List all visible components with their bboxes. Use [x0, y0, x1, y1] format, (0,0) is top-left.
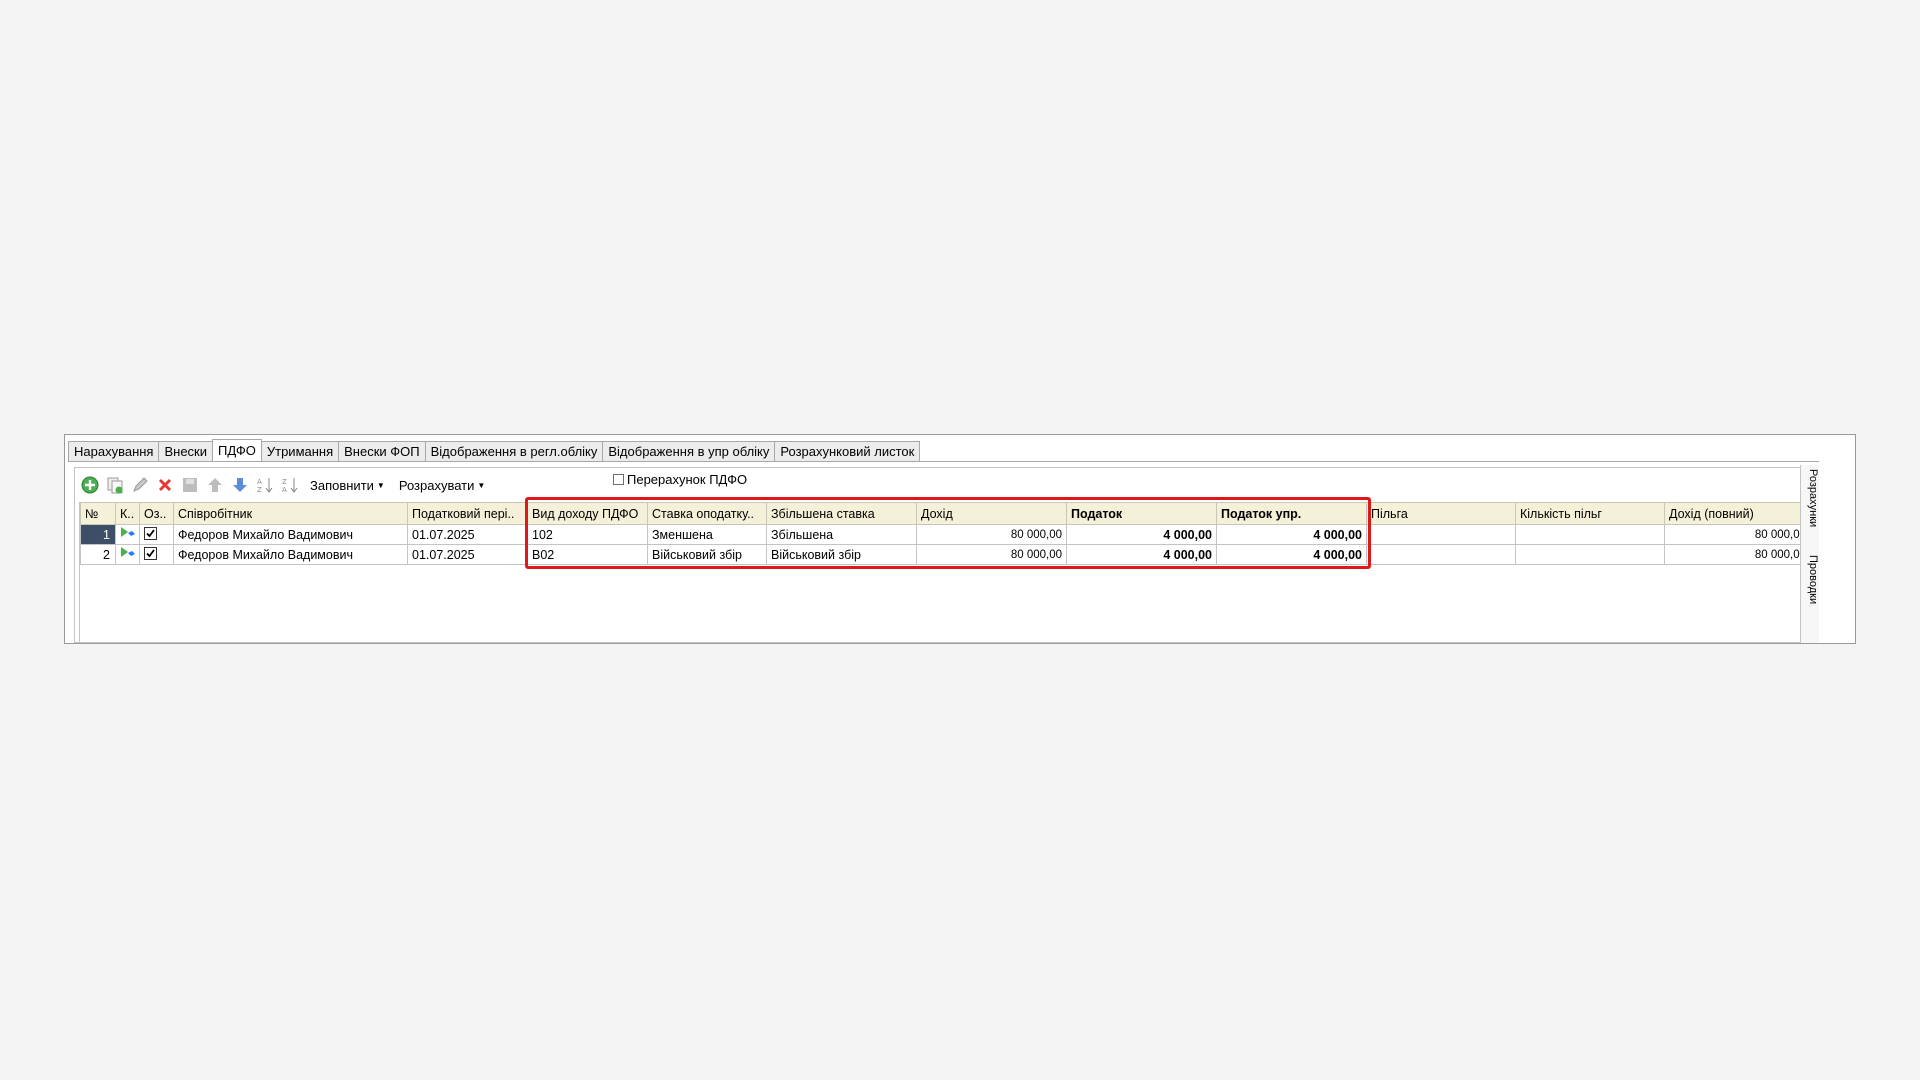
- column-header-tax-rate[interactable]: Ставка оподатку..: [647, 502, 767, 525]
- move-down-icon[interactable]: [229, 474, 251, 496]
- column-header-income-type[interactable]: Вид доходу ПДФО: [527, 502, 648, 525]
- tab-payslip[interactable]: Розрахунковий листок: [774, 441, 921, 461]
- table-row[interactable]: 1 Федоров Михайло Вадимович 01.07.2025 1…: [80, 524, 1811, 545]
- accrual-flag-icon: [121, 527, 135, 537]
- income-type-cell: В02: [527, 544, 648, 565]
- benefit-cell: [1366, 524, 1516, 545]
- column-header-income[interactable]: Дохід: [916, 502, 1067, 525]
- employee-cell: Федоров Михайло Вадимович: [173, 544, 408, 565]
- tab-contributions[interactable]: Внески: [158, 441, 213, 461]
- tab-fop-contributions[interactable]: Внески ФОП: [338, 441, 426, 461]
- column-header-number[interactable]: №: [80, 502, 116, 525]
- recalc-pdfo-label: Перерахунок ПДФО: [627, 472, 748, 487]
- document-window: Нарахування Внески ПДФО Утримання Внески…: [64, 434, 1856, 644]
- accrual-flag-icon: [121, 547, 135, 557]
- column-header-tax-period[interactable]: Податковий пері..: [407, 502, 528, 525]
- check-icon[interactable]: [144, 547, 157, 560]
- tax-period-cell: 01.07.2025: [407, 524, 528, 545]
- column-header-oz[interactable]: Оз..: [139, 502, 174, 525]
- tab-deductions[interactable]: Утримання: [260, 441, 340, 461]
- income-full-cell: 80 000,00: [1664, 544, 1811, 565]
- side-panel-tabs: Розрахунки Проводки: [1800, 465, 1819, 643]
- svg-text:A: A: [282, 486, 287, 494]
- tax-cell: 4 000,00: [1066, 524, 1217, 545]
- side-tab-calculations[interactable]: Розрахунки: [1801, 469, 1819, 527]
- svg-text:Z: Z: [257, 486, 262, 494]
- tax-rate-cell: Військовий збір: [647, 544, 767, 565]
- checkbox-icon[interactable]: [613, 474, 624, 485]
- save-icon[interactable]: [179, 474, 201, 496]
- delete-icon[interactable]: [154, 474, 176, 496]
- column-header-tax-mgmt[interactable]: Податок упр.: [1216, 502, 1367, 525]
- income-cell: 80 000,00: [916, 544, 1067, 565]
- tax-mgmt-cell: 4 000,00: [1216, 524, 1367, 545]
- row-number: 2: [80, 544, 116, 565]
- pdfo-grid: № К.. Оз.. Співробітник Податковий пері.…: [79, 502, 1811, 642]
- side-tab-postings[interactable]: Проводки: [1801, 555, 1819, 604]
- pdfo-panel: AZ ZA Заповнити ▼ Розрахувати ▼ Перераху…: [74, 467, 1822, 643]
- row-mark-cell[interactable]: [139, 524, 174, 545]
- pdfo-table: № К.. Оз.. Співробітник Податковий пері.…: [80, 502, 1811, 565]
- column-header-benefit[interactable]: Пільга: [1366, 502, 1516, 525]
- tax-period-cell: 01.07.2025: [407, 544, 528, 565]
- benefit-count-cell: [1515, 524, 1665, 545]
- fill-dropdown[interactable]: Заповнити ▼: [310, 478, 385, 493]
- move-up-icon[interactable]: [204, 474, 226, 496]
- table-row[interactable]: 2 Федоров Михайло Вадимович 01.07.2025 В…: [80, 544, 1811, 565]
- benefit-cell: [1366, 544, 1516, 565]
- fill-dropdown-label: Заповнити: [310, 477, 374, 493]
- add-icon[interactable]: [79, 474, 101, 496]
- column-header-tax[interactable]: Податок: [1066, 502, 1217, 525]
- tab-mgmt-accounting[interactable]: Відображення в упр обліку: [602, 441, 776, 461]
- income-full-cell: 80 000,00: [1664, 524, 1811, 545]
- tab-accruals[interactable]: Нарахування: [68, 441, 160, 461]
- tab-regl-accounting[interactable]: Відображення в регл.обліку: [424, 441, 604, 461]
- calculate-dropdown[interactable]: Розрахувати ▼: [399, 478, 485, 493]
- tab-bar: Нарахування Внески ПДФО Утримання Внески…: [68, 439, 921, 461]
- toolbar: AZ ZA Заповнити ▼ Розрахувати ▼: [79, 474, 493, 496]
- sort-asc-icon[interactable]: AZ: [254, 474, 276, 496]
- increased-rate-cell: Військовий збір: [766, 544, 917, 565]
- tax-rate-cell: Зменшена: [647, 524, 767, 545]
- row-kind-cell: [115, 524, 140, 545]
- column-header-income-full[interactable]: Дохід (повний): [1664, 502, 1811, 525]
- copy-icon[interactable]: [104, 474, 126, 496]
- edit-icon[interactable]: [129, 474, 151, 496]
- row-mark-cell[interactable]: [139, 544, 174, 565]
- column-header-increased-rate[interactable]: Збільшена ставка: [766, 502, 917, 525]
- income-cell: 80 000,00: [916, 524, 1067, 545]
- chevron-down-icon: ▼: [376, 480, 385, 490]
- svg-text:A: A: [257, 478, 262, 486]
- chevron-down-icon: ▼: [477, 480, 486, 490]
- benefit-count-cell: [1515, 544, 1665, 565]
- calculate-dropdown-label: Розрахувати: [398, 477, 475, 493]
- check-icon[interactable]: [144, 527, 157, 540]
- tab-pdfo[interactable]: ПДФО: [212, 439, 262, 461]
- tax-cell: 4 000,00: [1066, 544, 1217, 565]
- row-kind-cell: [115, 544, 140, 565]
- svg-text:Z: Z: [282, 478, 287, 486]
- increased-rate-cell: Збільшена: [766, 524, 917, 545]
- column-header-employee[interactable]: Співробітник: [173, 502, 408, 525]
- income-type-cell: 102: [527, 524, 648, 545]
- row-number: 1: [80, 524, 116, 545]
- column-header-benefit-count[interactable]: Кількість пільг: [1515, 502, 1665, 525]
- recalc-pdfo-checkbox[interactable]: Перерахунок ПДФО: [613, 472, 747, 487]
- employee-cell: Федоров Михайло Вадимович: [173, 524, 408, 545]
- column-header-k[interactable]: К..: [115, 502, 140, 525]
- sort-desc-icon[interactable]: ZA: [279, 474, 301, 496]
- tax-mgmt-cell: 4 000,00: [1216, 544, 1367, 565]
